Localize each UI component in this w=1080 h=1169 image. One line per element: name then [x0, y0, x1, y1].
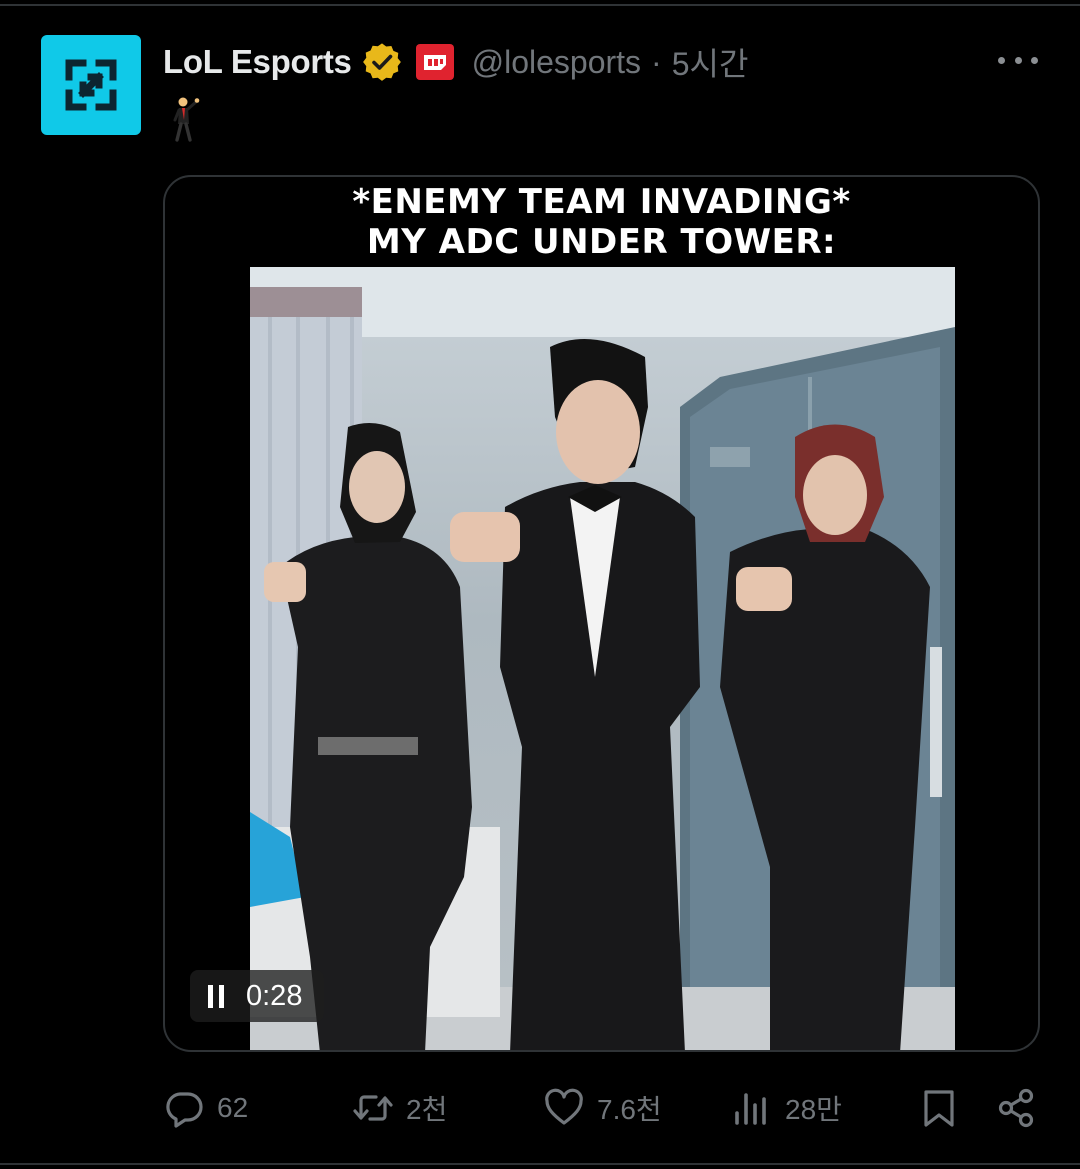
views-icon	[735, 1093, 766, 1125]
like-button[interactable]: 7.6천	[543, 1080, 662, 1136]
top-divider	[0, 4, 1080, 6]
views-button[interactable]: 28만	[731, 1080, 842, 1136]
pause-icon[interactable]	[190, 970, 242, 1022]
share-icon	[998, 1088, 1034, 1128]
video-scene	[250, 267, 955, 1050]
like-count: 7.6천	[597, 1094, 662, 1125]
more-icon[interactable]	[996, 45, 1040, 75]
video-card[interactable]: *ENEMY TEAM INVADING* MY ADC UNDER TOWER…	[163, 175, 1040, 1052]
tweet-header: LoL Esports @lolesports · 5시간	[163, 38, 748, 86]
author-name[interactable]: LoL Esports	[163, 43, 352, 81]
dancer-emoji	[173, 97, 200, 142]
action-bar: 62 2천 7.6천 28만	[0, 1080, 1080, 1140]
video-caption-line1: *ENEMY TEAM INVADING*	[352, 182, 851, 222]
share-button[interactable]	[996, 1080, 1038, 1136]
bookmark-button[interactable]	[918, 1080, 960, 1136]
like-icon	[545, 1088, 583, 1125]
retweet-icon	[353, 1095, 393, 1121]
verified-badge-icon[interactable]	[362, 42, 402, 82]
retweet-button[interactable]: 2천	[352, 1080, 447, 1136]
retweet-count: 2천	[406, 1094, 448, 1125]
affiliate-badge-icon[interactable]	[415, 44, 454, 80]
video-caption-line2: MY ADC UNDER TOWER:	[366, 222, 837, 262]
meta-separator: ·	[651, 43, 662, 80]
reply-count: 62	[217, 1092, 249, 1123]
video-timer: 0:28	[190, 970, 324, 1022]
reply-icon	[166, 1092, 203, 1128]
video-frame[interactable]	[250, 267, 955, 1050]
author-handle[interactable]: @lolesports	[472, 44, 641, 81]
reply-button[interactable]: 62	[163, 1080, 248, 1136]
lol-esports-logo-icon	[65, 59, 117, 111]
bottom-divider	[0, 1163, 1080, 1165]
view-count: 28만	[785, 1094, 842, 1125]
bookmark-icon	[924, 1090, 954, 1127]
video-timestamp: 0:28	[246, 979, 303, 1012]
avatar[interactable]	[41, 35, 141, 135]
tweet-time[interactable]: 5시간	[672, 39, 749, 85]
